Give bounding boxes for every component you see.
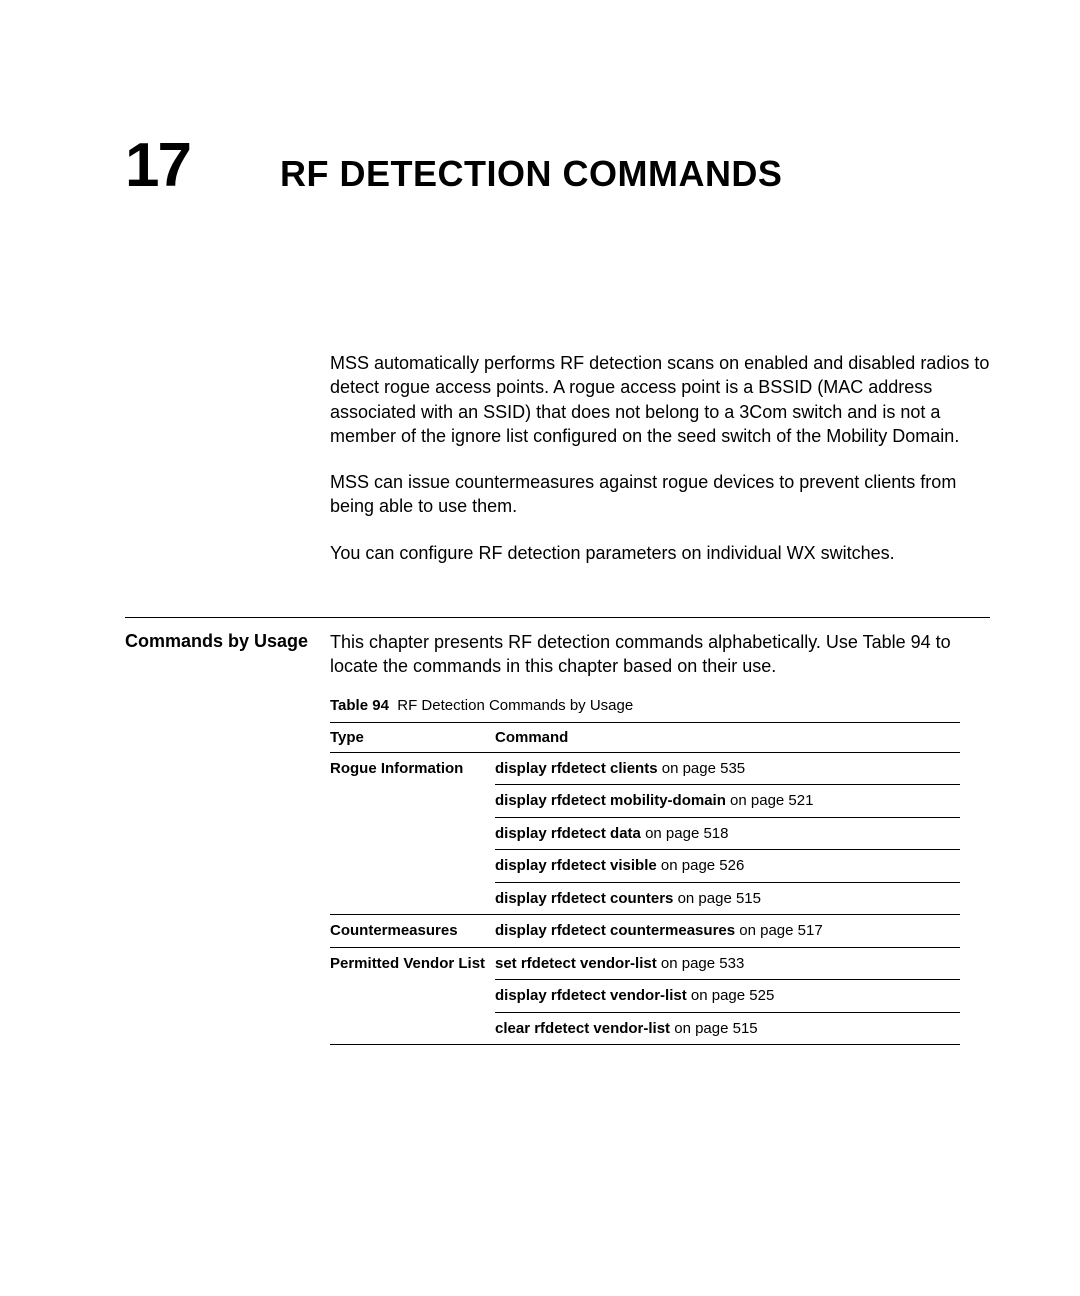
command-name: display rfdetect data xyxy=(495,825,641,842)
command-name: display rfdetect mobility-domain xyxy=(495,792,726,809)
command-page: on page 521 xyxy=(730,792,813,809)
table-row: display rfdetect counters on page 515 xyxy=(330,882,960,915)
command-page: on page 517 xyxy=(739,922,822,939)
table-row: Permitted Vendor List set rfdetect vendo… xyxy=(330,947,960,980)
command-cell: display rfdetect countermeasures on page… xyxy=(495,915,960,948)
command-page: on page 515 xyxy=(678,890,761,907)
type-cell xyxy=(330,850,495,883)
command-page: on page 515 xyxy=(674,1020,757,1037)
intro-paragraph-2: MSS can issue countermeasures against ro… xyxy=(330,470,990,519)
table-row: display rfdetect visible on page 526 xyxy=(330,850,960,883)
command-cell: display rfdetect vendor-list on page 525 xyxy=(495,980,960,1013)
command-page: on page 525 xyxy=(691,987,774,1004)
type-cell xyxy=(330,785,495,818)
command-page: on page 526 xyxy=(661,857,744,874)
type-cell: Rogue Information xyxy=(330,752,495,785)
command-name: set rfdetect vendor-list xyxy=(495,955,657,972)
command-page: on page 518 xyxy=(645,825,728,842)
table-header-row: Type Command xyxy=(330,722,960,752)
command-cell: set rfdetect vendor-list on page 533 xyxy=(495,947,960,980)
intro-block: MSS automatically performs RF detection … xyxy=(125,351,990,587)
table-row: clear rfdetect vendor-list on page 515 xyxy=(330,1012,960,1045)
commands-table: Type Command Rogue Information display r… xyxy=(330,722,960,1046)
table-row: display rfdetect mobility-domain on page… xyxy=(330,785,960,818)
command-name: display rfdetect visible xyxy=(495,857,657,874)
table-caption: Table 94 RF Detection Commands by Usage xyxy=(330,697,990,714)
table-row: Rogue Information display rfdetect clien… xyxy=(330,752,960,785)
table-header-type: Type xyxy=(330,722,495,752)
type-cell xyxy=(330,882,495,915)
table-row: Countermeasures display rfdetect counter… xyxy=(330,915,960,948)
section-heading: Commands by Usage xyxy=(125,630,310,653)
command-cell: display rfdetect clients on page 535 xyxy=(495,752,960,785)
table-header-command: Command xyxy=(495,722,960,752)
type-cell xyxy=(330,817,495,850)
table-row: display rfdetect data on page 518 xyxy=(330,817,960,850)
command-page: on page 535 xyxy=(662,760,745,777)
type-cell: Permitted Vendor List xyxy=(330,947,495,1012)
command-name: display rfdetect counters xyxy=(495,890,673,907)
section-divider xyxy=(125,617,990,618)
table-caption-label: Table 94 xyxy=(330,697,389,714)
chapter-number: 17 xyxy=(125,130,190,201)
type-cell xyxy=(330,1012,495,1045)
section-intro: This chapter presents RF detection comma… xyxy=(330,630,990,679)
command-name: display rfdetect countermeasures xyxy=(495,922,735,939)
command-cell: display rfdetect data on page 518 xyxy=(495,817,960,850)
chapter-title: RF DETECTION COMMANDS xyxy=(280,153,782,195)
chapter-header: 17 RF DETECTION COMMANDS xyxy=(125,130,990,201)
intro-paragraph-3: You can configure RF detection parameter… xyxy=(330,541,990,565)
command-page: on page 533 xyxy=(661,955,744,972)
type-cell: Countermeasures xyxy=(330,915,495,948)
commands-by-usage-section: Commands by Usage This chapter presents … xyxy=(125,630,990,1045)
command-cell: display rfdetect visible on page 526 xyxy=(495,850,960,883)
command-cell: display rfdetect mobility-domain on page… xyxy=(495,785,960,818)
command-name: display rfdetect vendor-list xyxy=(495,987,687,1004)
table-caption-text: RF Detection Commands by Usage xyxy=(397,697,633,714)
command-name: clear rfdetect vendor-list xyxy=(495,1020,670,1037)
command-cell: clear rfdetect vendor-list on page 515 xyxy=(495,1012,960,1045)
command-name: display rfdetect clients xyxy=(495,760,658,777)
intro-paragraph-1: MSS automatically performs RF detection … xyxy=(330,351,990,448)
document-page: 17 RF DETECTION COMMANDS MSS automatical… xyxy=(0,0,1080,1135)
command-cell: display rfdetect counters on page 515 xyxy=(495,882,960,915)
